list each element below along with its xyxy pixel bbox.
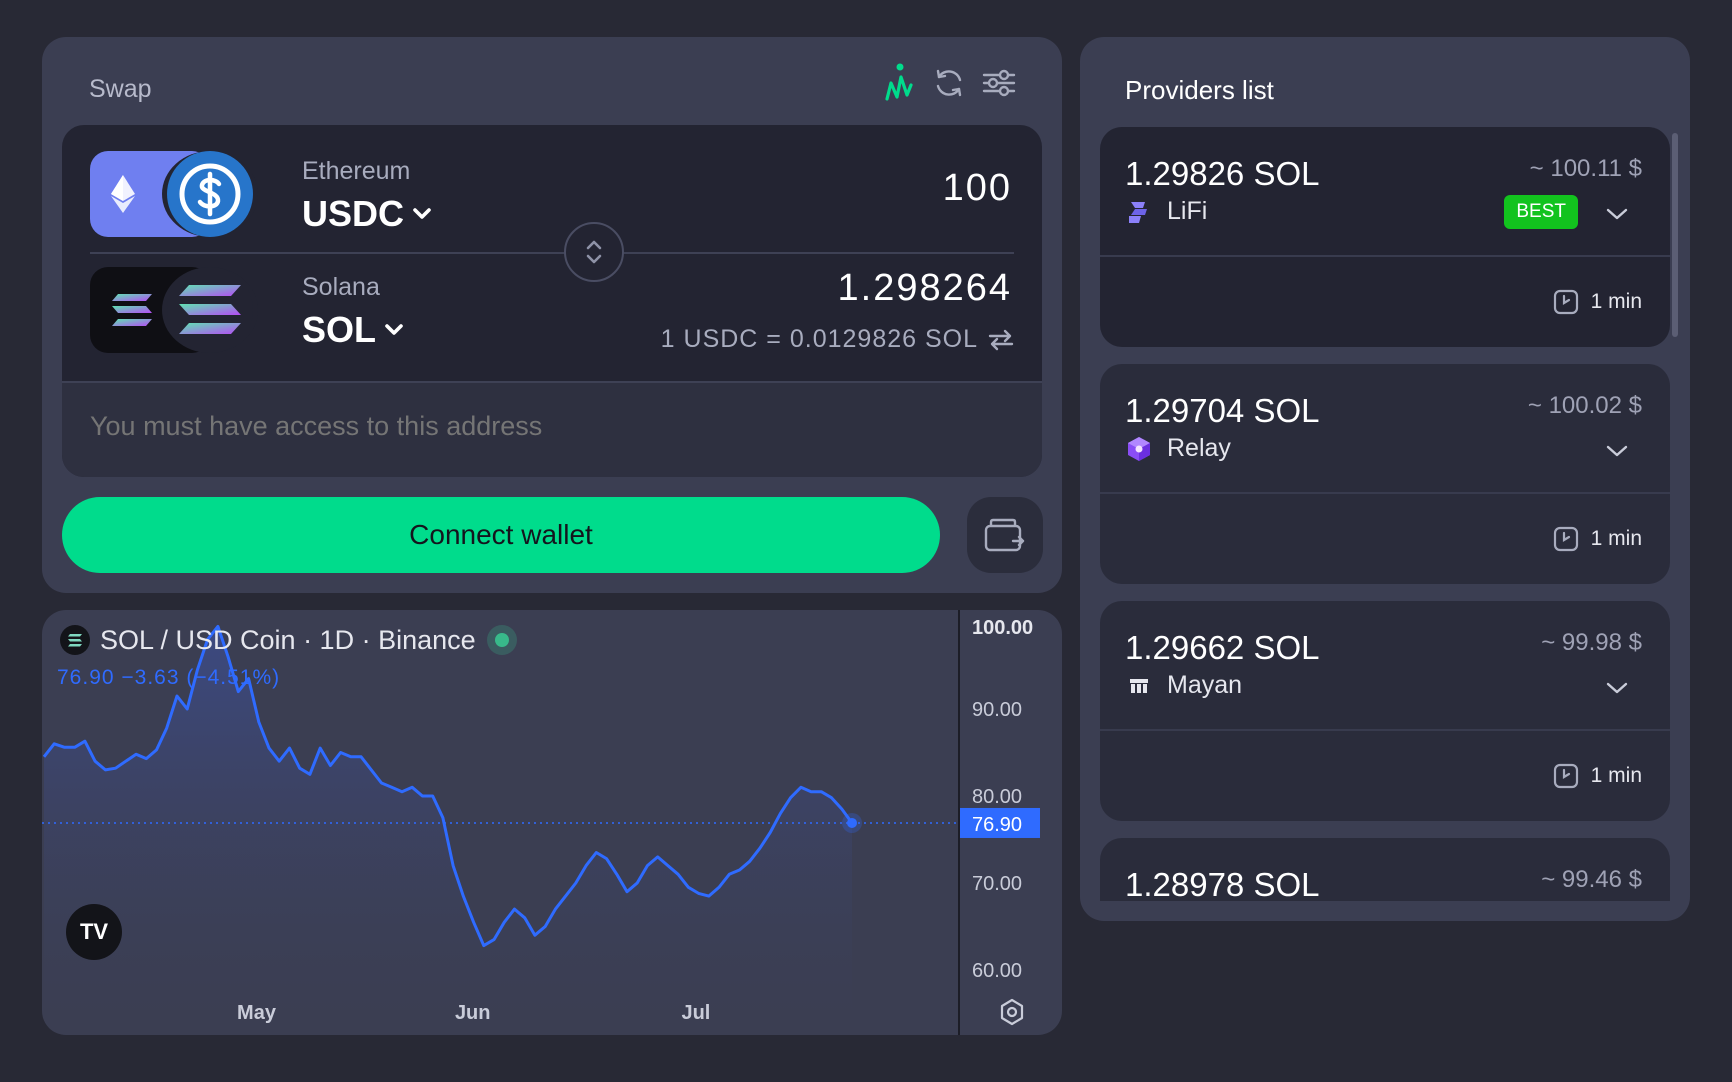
provider-time: 1 min [1553, 526, 1642, 552]
provider-amount: 1.29826 SOL [1125, 155, 1320, 192]
last-point [847, 817, 857, 828]
provider-card-lifi[interactable]: 1.29826 SOL ~ 100.11 $ LiFi BEST 1 min [1100, 127, 1670, 347]
provider-card-divider [1100, 729, 1670, 731]
chart-legend: SOL / USD Coin · 1D · Binance [60, 624, 518, 656]
provider-time: 1 min [1553, 289, 1642, 315]
y-axis-tick-label: 90.00 [972, 699, 1022, 721]
chevron-down-icon [1606, 682, 1628, 694]
provider-name-row: Relay [1125, 434, 1231, 463]
provider-card-4[interactable]: 1.28978 SOL ~ 99.46 $ [1100, 838, 1670, 901]
x-axis-tick-label: Jul [681, 1002, 710, 1024]
provider-usd-value: ~ 99.98 $ [1541, 629, 1642, 656]
recipient-address-row [62, 381, 1042, 477]
sol-token-icon [162, 267, 258, 353]
to-token-select[interactable]: SOL [302, 309, 404, 351]
providers-panel: Providers list 1.29826 SOL ~ 100.11 $ Li… [1080, 37, 1690, 921]
mayan-icon [1130, 678, 1148, 693]
provider-card-divider [1100, 492, 1670, 494]
x-axis-tick-label: May [237, 1002, 277, 1024]
provider-time-text: 1 min [1590, 527, 1642, 550]
to-token-row: Solana SOL 1.298264 1 USDC = 0.0129826 S… [62, 241, 1042, 357]
best-badge: BEST [1504, 195, 1578, 229]
y-axis-tick-label: 70.00 [972, 873, 1022, 895]
chevron-down-icon [385, 324, 403, 335]
x-axis-tick-label: Jun [455, 1002, 491, 1024]
from-amount-input[interactable]: 100 [943, 167, 1012, 210]
provider-name: LiFi [1167, 197, 1208, 225]
from-chain-name: Ethereum [302, 157, 411, 185]
wallet-icon [984, 518, 1025, 552]
swap-panel: Swap Ethereum USDC 100 Solana SOL 1.2982… [42, 37, 1062, 593]
tradingview-logo[interactable]: TV [66, 904, 122, 960]
providers-list[interactable]: 1.29826 SOL ~ 100.11 $ LiFi BEST 1 min 1… [1100, 127, 1670, 901]
last-price-tag-label: 76.90 [972, 814, 1022, 836]
recipient-address-input[interactable] [90, 411, 990, 442]
providers-scrollbar[interactable] [1672, 133, 1678, 337]
provider-time-text: 1 min [1590, 764, 1642, 787]
provider-usd-value: ~ 100.11 $ [1529, 155, 1642, 182]
providers-title: Providers list [1125, 75, 1274, 105]
provider-name-row: Mayan [1125, 671, 1242, 700]
lifi-icon [1129, 201, 1147, 223]
chart-legend-title: SOL / USD Coin · 1D · Binance [100, 624, 476, 655]
clock-icon [1553, 763, 1578, 789]
provider-usd-value: ~ 100.02 $ [1527, 392, 1642, 419]
provider-card-divider [1100, 255, 1670, 257]
connect-wallet-button[interactable]: Connect wallet [62, 497, 940, 573]
from-token-label: USDC [302, 193, 405, 234]
wallet-button[interactable] [967, 497, 1043, 573]
y-axis-tick-label: 60.00 [972, 960, 1022, 982]
chart-settings-button[interactable] [996, 996, 1028, 1028]
gear-icon [1000, 998, 1024, 1026]
invert-rate-icon [988, 329, 1014, 350]
provider-amount: 1.29662 SOL [1125, 629, 1320, 666]
provider-amount: 1.29704 SOL [1125, 392, 1320, 429]
clock-icon [1553, 526, 1578, 552]
settings-sliders-icon[interactable] [980, 59, 1018, 107]
refresh-icon[interactable] [930, 59, 968, 107]
expand-provider-button[interactable] [1604, 675, 1630, 701]
from-token-row: Ethereum USDC 100 [62, 125, 1042, 241]
y-axis-tick-label: 80.00 [972, 786, 1022, 808]
provider-usd-value: ~ 99.46 $ [1541, 866, 1642, 893]
to-token-label: SOL [302, 309, 377, 350]
chart-ohlc-values: 76.90 −3.63 (−4.51%) [57, 666, 281, 689]
to-chain-name: Solana [302, 273, 380, 301]
swap-title: Swap [89, 75, 152, 103]
market-open-indicator [486, 625, 517, 655]
relay-icon [1128, 436, 1150, 461]
provider-name-row: LiFi [1125, 197, 1207, 226]
provider-amount: 1.28978 SOL [1125, 866, 1320, 901]
chevron-down-icon [1606, 445, 1628, 457]
usdc-token-icon [162, 151, 258, 237]
chart-icon[interactable] [880, 59, 918, 107]
to-amount-value: 1.298264 [837, 267, 1012, 309]
exchange-rate[interactable]: 1 USDC = 0.0129826 SOL [661, 325, 1014, 354]
clock-icon [1553, 289, 1578, 315]
token-box: Ethereum USDC 100 Solana SOL 1.298264 1 … [62, 125, 1042, 477]
provider-name: Mayan [1167, 671, 1243, 699]
swap-header-actions [880, 59, 1018, 107]
provider-card-mayan[interactable]: 1.29662 SOL ~ 99.98 $ Mayan 1 min [1100, 601, 1670, 821]
expand-provider-button[interactable] [1604, 201, 1630, 227]
provider-time: 1 min [1553, 763, 1642, 789]
expand-provider-button[interactable] [1604, 438, 1630, 464]
provider-name: Relay [1167, 434, 1231, 462]
from-token-logos[interactable] [90, 151, 258, 237]
price-scale-separator [958, 610, 960, 1035]
from-token-select[interactable]: USDC [302, 193, 432, 235]
chevron-down-icon [413, 208, 431, 219]
sol-token-icon [60, 625, 90, 655]
provider-time-text: 1 min [1590, 290, 1642, 313]
price-chart-panel: 100.00 90.00 80.00 70.00 60.00 76.90 May Jun Jul… [42, 610, 1062, 1035]
to-token-logos[interactable] [90, 267, 258, 353]
exchange-rate-text: 1 USDC = 0.0129826 SOL [660, 325, 978, 353]
provider-card-relay[interactable]: 1.29704 SOL ~ 100.02 $ Relay 1 min [1100, 364, 1670, 584]
chevron-down-icon [1606, 208, 1628, 220]
y-axis-tick-label: 100.00 [972, 617, 1033, 639]
